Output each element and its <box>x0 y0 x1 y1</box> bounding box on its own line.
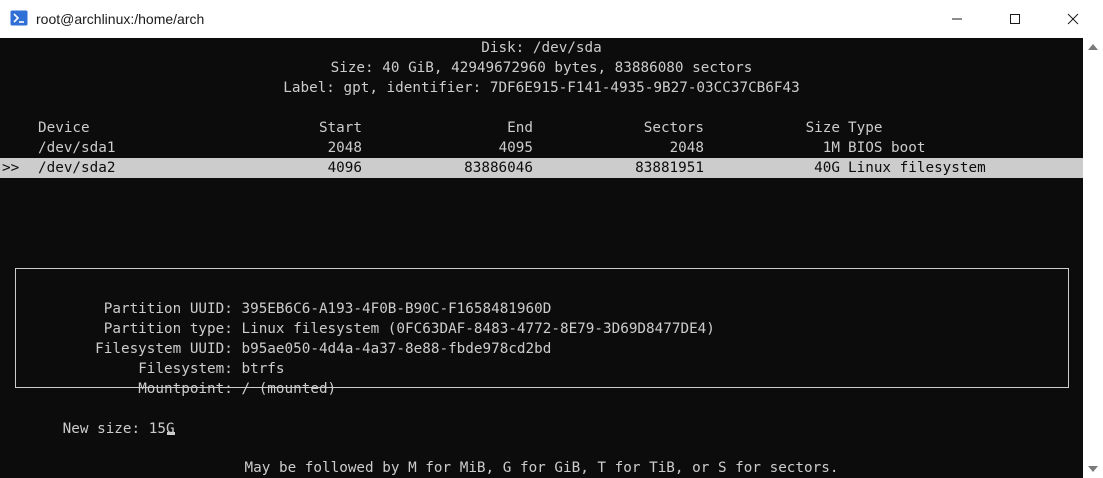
row-size: 1M <box>822 140 840 156</box>
mountpoint-label: Mountpoint: <box>138 381 233 397</box>
disk-name: Disk: /dev/sda <box>481 40 602 56</box>
row-end: 83886046 <box>464 160 533 176</box>
column-end: End <box>507 120 533 136</box>
row-type: BIOS boot <box>848 140 926 156</box>
new-size-prompt[interactable]: New size: 15G <box>11 399 1094 437</box>
row-start: 2048 <box>327 140 362 156</box>
size-hint: May be followed by M for MiB, G for GiB,… <box>244 460 839 476</box>
maximize-icon <box>1010 14 1020 24</box>
partition-type-line: Partition type: Linux filesystem (0FC63D… <box>20 299 715 337</box>
table-header: Device Start End Sectors Size Type <box>0 118 1083 138</box>
scroll-up-arrow-icon[interactable] <box>1088 44 1098 50</box>
row-size: 40G <box>814 160 840 176</box>
filesystem-line: Filesystem: btrfs <box>20 339 284 377</box>
row-start: 4096 <box>327 160 362 176</box>
mountpoint-line: Mountpoint: / (mounted) <box>20 359 336 397</box>
close-button[interactable] <box>1044 0 1102 38</box>
terminal-window: root@archlinux:/home/arch Disk: /dev/sda… <box>0 0 1103 478</box>
column-type: Type <box>848 120 883 136</box>
window-title: root@archlinux:/home/arch <box>36 11 205 27</box>
row-sectors: 83881951 <box>635 160 704 176</box>
terminal-content[interactable]: Disk: /dev/sda Size: 40 GiB, 42949672960… <box>0 38 1083 478</box>
column-size: Size <box>805 120 840 136</box>
partition-row-selected[interactable]: >> /dev/sda2 4096 83886046 83881951 40G … <box>0 158 1083 178</box>
text-cursor <box>166 432 175 435</box>
minimize-icon <box>952 18 962 20</box>
partition-uuid-line: Partition UUID: 395EB6C6-A193-4F0B-B90C-… <box>20 279 552 317</box>
row-end: 4095 <box>498 140 533 156</box>
column-sectors: Sectors <box>643 120 704 136</box>
filesystem-uuid-line: Filesystem UUID: b95ae050-4d4a-4a37-8e88… <box>20 319 551 357</box>
maximize-button[interactable] <box>986 0 1044 38</box>
minimize-button[interactable] <box>928 0 986 38</box>
column-start: Start <box>318 120 362 136</box>
disk-size: Size: 40 GiB, 42949672960 bytes, 8388608… <box>330 60 753 76</box>
column-device: Device <box>38 120 90 136</box>
disk-label: Label: gpt, identifier: 7DF6E915-F141-49… <box>283 80 800 96</box>
row-device: /dev/sda2 <box>38 160 116 176</box>
vertical-scrollbar[interactable] <box>1083 38 1103 478</box>
powershell-icon <box>10 10 28 26</box>
title-bar[interactable]: root@archlinux:/home/arch <box>0 0 1103 38</box>
filesystem-uuid-value: b95ae050-4d4a-4a37-8e88-fbde978cd2bd <box>241 341 552 357</box>
mountpoint-value: / (mounted) <box>241 381 337 397</box>
partition-row[interactable]: /dev/sda1 2048 4095 2048 1M BIOS boot <box>0 138 1083 158</box>
close-icon <box>1067 13 1079 25</box>
new-size-label: New size: <box>62 421 149 437</box>
row-device: /dev/sda1 <box>38 140 116 156</box>
partition-info-box: Partition UUID: 395EB6C6-A193-4F0B-B90C-… <box>15 268 1069 397</box>
row-marker: >> <box>2 160 20 176</box>
row-type: Linux filesystem <box>848 160 986 176</box>
scroll-down-arrow-icon[interactable] <box>1088 466 1098 472</box>
row-sectors: 2048 <box>669 140 704 156</box>
